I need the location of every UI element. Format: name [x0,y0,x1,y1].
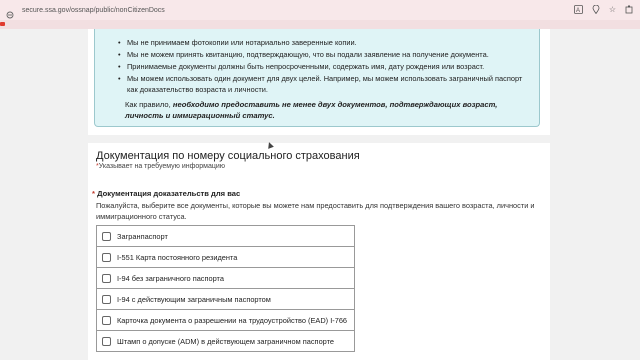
required-note-text: Указывает на требуемую информацию [98,163,226,170]
star-icon[interactable]: ☆ [609,6,616,14]
option-label[interactable]: Загранпаспорт [117,232,168,241]
option-label[interactable]: I-94 без заграничного паспорта [117,274,224,283]
site-info-icon[interactable] [6,6,14,19]
section-divider [88,135,550,143]
checkbox[interactable] [102,315,111,325]
checkbox[interactable] [102,294,111,304]
notice-list: Мы не принимаем фотокопии или нотариальн… [118,37,532,96]
checkbox[interactable] [102,336,111,346]
address-bar[interactable]: secure.ssa.gov/ossnap/public/nonCitizenD… [6,3,165,19]
required-note: *Указывает на требуемую информацию [96,163,225,170]
section-title: Документация по номеру социального страх… [96,150,360,162]
url-text[interactable]: secure.ssa.gov/ossnap/public/nonCitizenD… [22,7,165,14]
document-option[interactable]: I-551 Карта постоянного резидента [97,247,354,268]
checkbox[interactable] [102,252,111,262]
svg-text:A: A [576,8,580,14]
option-label[interactable]: I-551 Карта постоянного резидента [117,253,237,262]
notice-box: Мы не принимаем фотокопии или нотариальн… [94,29,540,127]
field-help-text: Пожалуйста, выберите все документы, кото… [96,201,535,221]
document-option[interactable]: I-94 с действующим заграничным паспортом [97,289,354,310]
translate-icon[interactable]: A [573,4,583,16]
browser-toolbar: secure.ssa.gov/ossnap/public/nonCitizenD… [0,0,640,20]
notice-paragraph-prefix: Как правило, [125,100,173,109]
extensions-icon[interactable] [625,5,634,16]
option-label[interactable]: Штамп о допуске (ADM) в действующем загр… [117,337,334,346]
field-label: * Документация доказательств для вас [92,189,240,198]
document-option[interactable]: I-94 без заграничного паспорта [97,268,354,289]
notice-paragraph-emphasis: необходимо предоставить не менее двух до… [125,100,498,120]
notice-bullet: Мы можем использовать один документ для … [118,73,532,95]
field-label-text: Документация доказательств для вас [97,189,241,198]
document-option[interactable]: Карточка документа о разрешении на трудо… [97,310,354,331]
checkbox[interactable] [102,273,111,283]
option-label[interactable]: Карточка документа о разрешении на трудо… [117,316,347,325]
option-label[interactable]: I-94 с действующим заграничным паспортом [117,295,271,304]
field-required-star: * [92,189,95,198]
tab-strip [0,20,640,29]
youtube-bookmark-icon[interactable] [0,22,5,26]
notice-paragraph: Как правило, необходимо предоставить не … [125,99,537,121]
location-icon[interactable] [592,4,600,16]
checkbox[interactable] [102,231,111,241]
page-content: Мы не принимаем фотокопии или нотариальн… [88,29,550,360]
notice-bullet: Мы не можем принять квитанцию, подтвержд… [118,49,532,60]
notice-bullet: Мы не принимаем фотокопии или нотариальн… [118,37,532,48]
document-options-list: Загранпаспорт I-551 Карта постоянного ре… [96,225,355,352]
document-option[interactable]: Загранпаспорт [97,226,354,247]
document-option[interactable]: Штамп о допуске (ADM) в действующем загр… [97,331,354,352]
notice-bullet: Принимаемые документы должны быть непрос… [118,61,532,72]
